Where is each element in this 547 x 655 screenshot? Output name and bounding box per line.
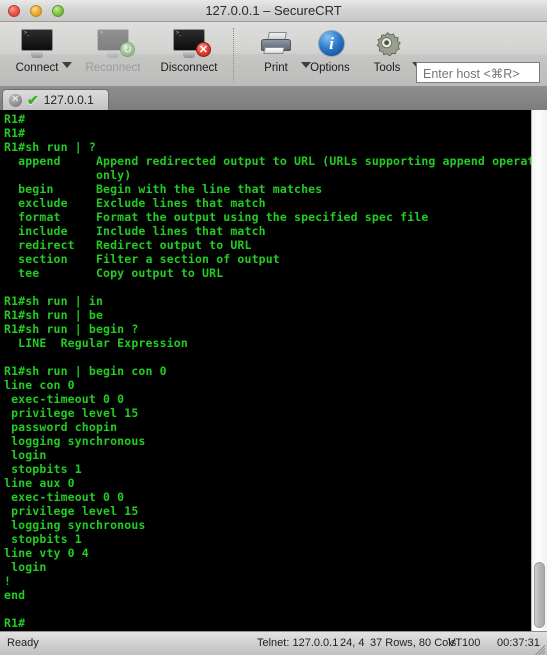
status-emulation: VT100 xyxy=(448,637,481,649)
terminal-scrollbar[interactable] xyxy=(531,110,547,631)
tools-button[interactable]: Tools xyxy=(354,26,422,84)
toolbar: >_ Connect >_ ↻ Reconnect >_ ✕ Disconnec… xyxy=(0,22,547,87)
disconnect-button-label: Disconnect xyxy=(160,62,218,74)
tab-127-0-0-1[interactable]: ✕ ✔ 127.0.0.1 xyxy=(2,89,109,110)
host-input[interactable] xyxy=(416,62,540,83)
close-badge-icon: ✕ xyxy=(196,42,211,57)
status-screen-size: 37 Rows, 80 Cols xyxy=(370,637,457,649)
reconnect-button[interactable]: >_ ↻ Reconnect xyxy=(80,26,146,84)
info-icon: i xyxy=(310,27,350,61)
connect-button[interactable]: >_ Connect xyxy=(4,26,72,84)
refresh-badge-icon: ↻ xyxy=(120,42,135,57)
tab-close-icon[interactable]: ✕ xyxy=(9,93,22,107)
monitor-refresh-icon: >_ ↻ xyxy=(93,27,135,61)
printer-icon xyxy=(256,27,296,61)
status-cursor-position: 24, 4 xyxy=(340,637,365,649)
resize-grip[interactable] xyxy=(532,640,546,655)
disconnect-button[interactable]: >_ ✕ Disconnect xyxy=(156,26,222,84)
status-connection: Telnet: 127.0.0.1 xyxy=(257,637,339,649)
scrollbar-thumb[interactable] xyxy=(534,562,545,628)
securecrt-window: 127.0.0.1 – SecureCRT >_ Connect >_ ↻ Re… xyxy=(0,0,547,655)
toolbar-separator xyxy=(233,28,234,82)
connect-dropdown-caret[interactable] xyxy=(62,62,72,68)
status-ready: Ready xyxy=(7,637,39,649)
tools-button-label: Tools xyxy=(373,62,401,74)
connect-button-label: Connect xyxy=(15,62,59,74)
status-bar: Ready Telnet: 127.0.0.1 24, 4 37 Rows, 8… xyxy=(0,631,547,655)
tab-label: 127.0.0.1 xyxy=(43,93,94,107)
monitor-disconnect-icon: >_ ✕ xyxy=(169,27,211,61)
tab-bar: ✕ ✔ 127.0.0.1 xyxy=(0,87,547,110)
terminal-screen[interactable]: R1# R1# R1#sh run | ? append Append redi… xyxy=(0,110,531,631)
window-title: 127.0.0.1 – SecureCRT xyxy=(205,3,342,18)
tab-connected-check-icon: ✔ xyxy=(27,92,39,108)
monitor-icon: >_ xyxy=(17,27,57,61)
gear-icon xyxy=(367,27,407,61)
title-bar: 127.0.0.1 – SecureCRT xyxy=(0,0,547,22)
terminal-output: R1# R1# R1#sh run | ? append Append redi… xyxy=(4,112,531,630)
reconnect-button-label: Reconnect xyxy=(85,62,141,74)
